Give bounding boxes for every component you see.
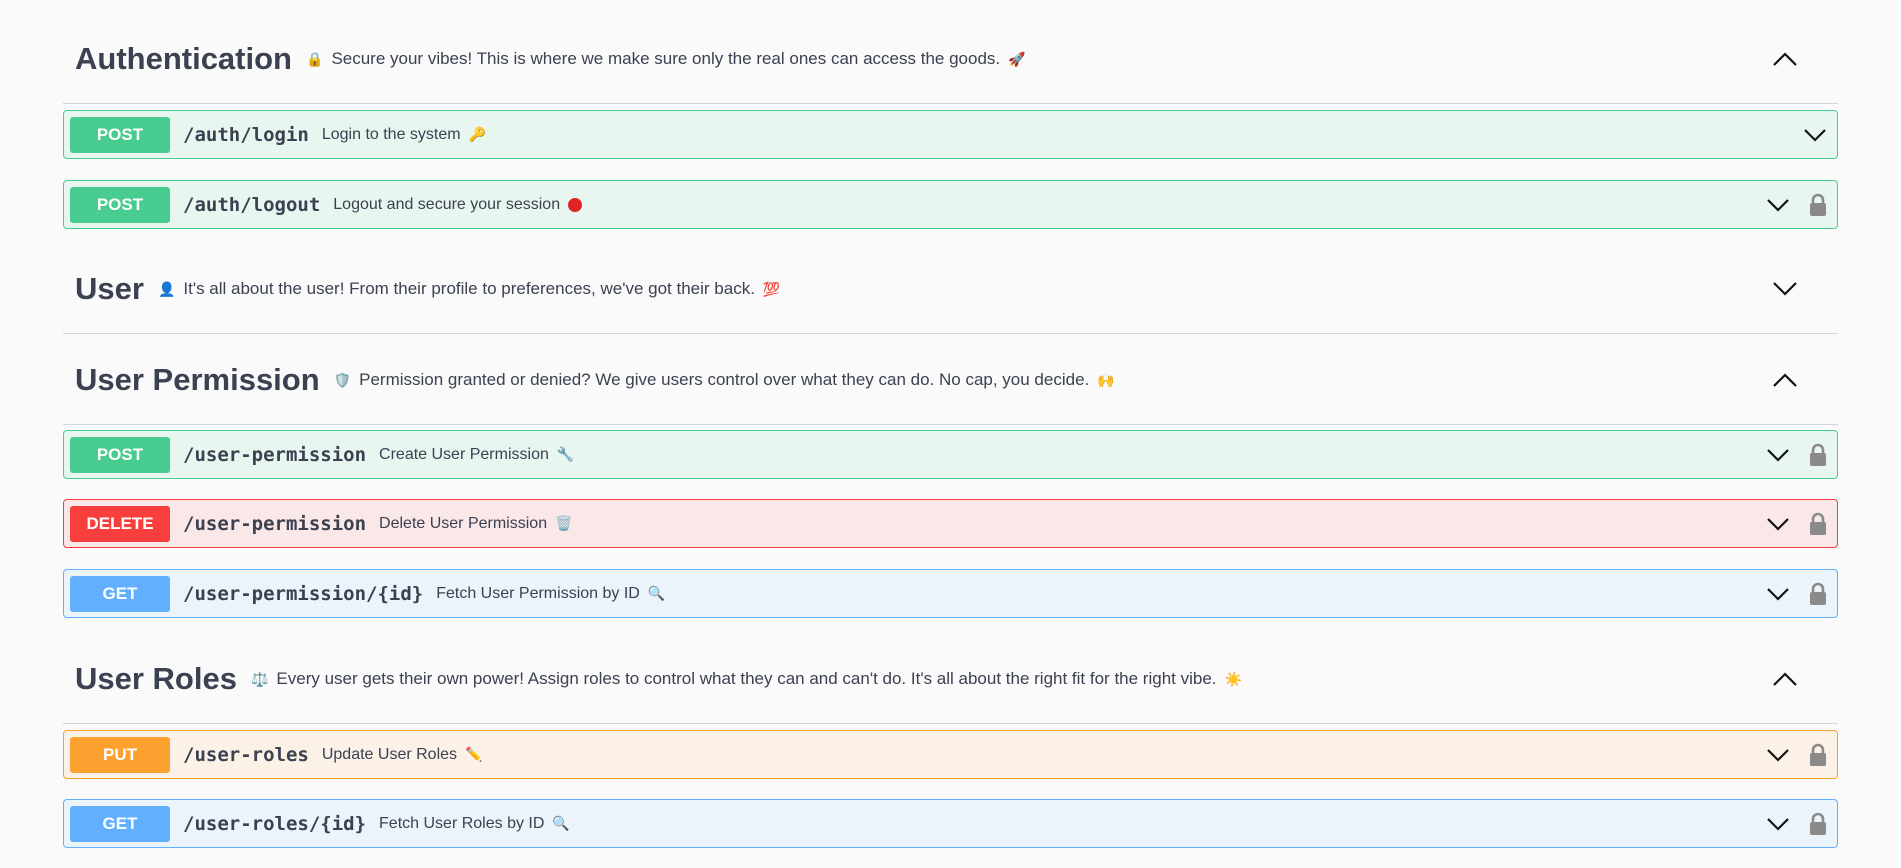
section-description: 🛡️ Permission granted or denied? We give… xyxy=(334,370,1115,390)
lock-icon[interactable] xyxy=(1809,582,1827,606)
operation-summary: Fetch User Permission by ID 🔍 xyxy=(436,585,665,603)
pencil-emoji-icon: ✏️ xyxy=(465,746,483,762)
chevron-down-icon[interactable] xyxy=(1803,128,1827,142)
raised-hands-emoji-icon: 🙌 xyxy=(1097,371,1115,388)
section-description: 👤 It's all about the user! From their pr… xyxy=(158,279,780,299)
section-user-permission: User Permission 🛡️ Permission granted or… xyxy=(63,336,1838,425)
operation-get-user-roles-id[interactable]: GET /user-roles/{id} Fetch User Roles by… xyxy=(63,799,1838,848)
operation-delete-user-permission[interactable]: DELETE /user-permission Delete User Perm… xyxy=(63,499,1838,548)
operation-get-user-permission-id[interactable]: GET /user-permission/{id} Fetch User Per… xyxy=(63,569,1838,618)
chevron-down-icon[interactable] xyxy=(1766,748,1790,762)
chevron-down-icon[interactable] xyxy=(1766,448,1790,462)
operation-summary-text: Delete User Permission xyxy=(379,514,548,532)
section-description-text: Secure your vibes! This is where we make… xyxy=(331,49,1001,68)
chevron-down-icon[interactable] xyxy=(1772,281,1798,297)
scales-emoji-icon: ⚖️ xyxy=(250,670,269,687)
operation-post-auth-login[interactable]: POST /auth/login Login to the system 🔑 xyxy=(63,110,1838,159)
section-header-authentication[interactable]: Authentication 🔒 Secure your vibes! This… xyxy=(63,15,1838,104)
lock-icon[interactable] xyxy=(1809,512,1827,536)
operation-path: /auth/logout xyxy=(183,193,321,216)
operation-summary-text: Logout and secure your session xyxy=(333,195,561,213)
chevron-down-icon[interactable] xyxy=(1766,517,1790,531)
operation-path: /user-permission xyxy=(183,443,367,466)
chevron-down-icon[interactable] xyxy=(1766,198,1790,212)
operation-summary: Delete User Permission 🗑️ xyxy=(379,515,573,533)
swagger-operations-page: Authentication 🔒 Secure your vibes! This… xyxy=(0,0,1901,868)
magnifier-emoji-icon: 🔍 xyxy=(552,815,570,831)
section-description: 🔒 Secure your vibes! This is where we ma… xyxy=(306,49,1026,69)
method-badge: GET xyxy=(70,575,170,612)
section-title: User Roles xyxy=(75,661,237,696)
red-circle-icon xyxy=(568,197,583,212)
lock-emoji-icon: 🔒 xyxy=(306,50,324,67)
section-title: Authentication xyxy=(75,41,292,76)
operation-summary: Create User Permission 🔧 xyxy=(379,446,574,464)
section-user: User 👤 It's all about the user! From the… xyxy=(63,245,1838,334)
operation-path: /user-roles/{id} xyxy=(183,812,367,835)
operation-post-user-permission[interactable]: POST /user-permission Create User Permis… xyxy=(63,430,1838,479)
operation-summary: Fetch User Roles by ID 🔍 xyxy=(379,815,570,833)
method-badge: POST xyxy=(70,116,170,153)
operation-post-auth-logout[interactable]: POST /auth/logout Logout and secure your… xyxy=(63,180,1838,229)
method-badge: PUT xyxy=(70,736,170,773)
chevron-up-icon[interactable] xyxy=(1772,372,1798,388)
chevron-up-icon[interactable] xyxy=(1772,51,1798,67)
operation-summary-text: Login to the system xyxy=(321,125,461,143)
method-badge: POST xyxy=(70,186,170,223)
section-title: User xyxy=(75,271,144,306)
trash-emoji-icon: 🗑️ xyxy=(555,515,573,531)
operation-path: /user-permission/{id} xyxy=(183,582,424,605)
operation-path: /user-roles xyxy=(183,743,309,766)
operation-summary-text: Fetch User Roles by ID xyxy=(379,814,545,832)
wrench-emoji-icon: 🔧 xyxy=(556,446,575,462)
section-description-text: It's all about the user! From their prof… xyxy=(183,279,755,298)
operation-put-user-roles[interactable]: PUT /user-roles Update User Roles ✏️ xyxy=(63,730,1838,779)
magnifier-emoji-icon: 🔍 xyxy=(647,585,666,601)
operation-summary-text: Create User Permission xyxy=(379,445,549,463)
method-badge: DELETE xyxy=(70,505,170,542)
method-badge: POST xyxy=(70,436,170,473)
chevron-up-icon[interactable] xyxy=(1772,671,1798,687)
section-description-text: Every user gets their own power! Assign … xyxy=(276,669,1217,688)
shield-emoji-icon: 🛡️ xyxy=(333,371,352,388)
rocket-emoji-icon: 🚀 xyxy=(1008,50,1026,67)
section-title: User Permission xyxy=(75,362,320,397)
section-authentication: Authentication 🔒 Secure your vibes! This… xyxy=(63,15,1838,104)
operation-path: /auth/login xyxy=(183,123,309,146)
section-description-text: Permission granted or denied? We give us… xyxy=(359,370,1090,389)
operation-path: /user-permission xyxy=(183,512,367,535)
chevron-down-icon[interactable] xyxy=(1766,587,1790,601)
lock-icon[interactable] xyxy=(1809,812,1827,836)
operation-summary-text: Fetch User Permission by ID xyxy=(436,584,640,602)
operation-summary-text: Update User Roles xyxy=(321,745,458,763)
chevron-down-icon[interactable] xyxy=(1766,817,1790,831)
user-emoji-icon: 👤 xyxy=(157,280,176,297)
lock-icon[interactable] xyxy=(1809,743,1827,767)
lock-icon[interactable] xyxy=(1809,193,1827,217)
operation-summary: Logout and secure your session xyxy=(333,195,583,214)
hundred-emoji-icon: 💯 xyxy=(762,280,781,297)
operation-summary: Update User Roles ✏️ xyxy=(322,746,483,764)
section-header-user[interactable]: User 👤 It's all about the user! From the… xyxy=(63,245,1838,334)
section-header-user-permission[interactable]: User Permission 🛡️ Permission granted or… xyxy=(63,336,1838,425)
sun-emoji-icon: ☀️ xyxy=(1224,670,1242,687)
section-user-roles: User Roles ⚖️ Every user gets their own … xyxy=(63,635,1838,724)
method-badge: GET xyxy=(70,805,170,842)
operation-summary: Login to the system 🔑 xyxy=(322,126,486,144)
section-header-user-roles[interactable]: User Roles ⚖️ Every user gets their own … xyxy=(63,635,1838,724)
key-emoji-icon: 🔑 xyxy=(468,126,487,142)
section-description: ⚖️ Every user gets their own power! Assi… xyxy=(251,669,1242,689)
lock-icon[interactable] xyxy=(1809,443,1827,467)
